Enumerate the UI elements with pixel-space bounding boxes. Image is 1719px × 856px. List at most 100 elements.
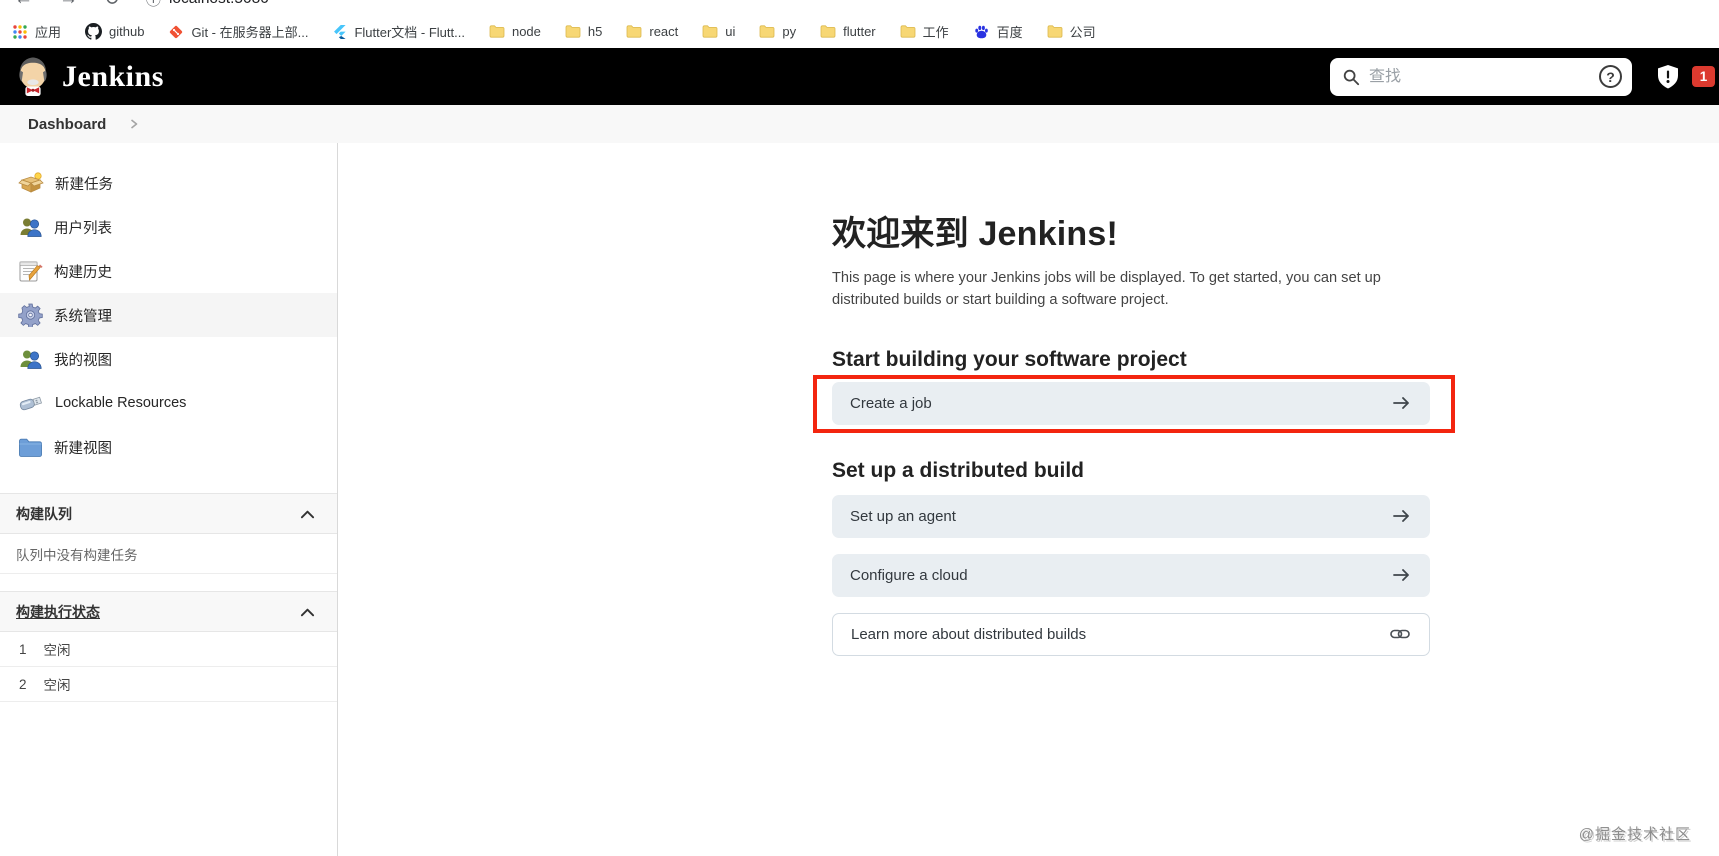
bookmark-label: 公司 — [1070, 22, 1096, 41]
arrow-right-icon — [1392, 508, 1411, 524]
folder-icon — [1047, 24, 1063, 39]
sidebar-item-build-history[interactable]: 构建历史 — [0, 249, 337, 293]
setup-agent-button[interactable]: Set up an agent — [832, 495, 1430, 538]
folder-icon — [565, 24, 581, 39]
bookmark-label: node — [512, 24, 541, 39]
search-input[interactable] — [1369, 68, 1599, 86]
notification-badge[interactable]: 1 — [1692, 66, 1715, 87]
executor-status: 空闲 — [44, 639, 71, 659]
bookmark-label: flutter — [843, 24, 876, 39]
brand-title: Jenkins — [62, 60, 164, 94]
breadcrumb: Dashboard — [0, 105, 1719, 143]
folder-icon — [702, 24, 718, 39]
blue-folder-icon — [18, 437, 43, 458]
apps-grid-icon — [12, 24, 28, 40]
setup-agent-label: Set up an agent — [850, 508, 956, 525]
executor-status: 空闲 — [44, 674, 71, 694]
sidebar-item-label: 新建任务 — [55, 173, 113, 194]
bookmark-item[interactable]: 工作 — [900, 22, 949, 41]
search-icon — [1342, 68, 1360, 86]
sidebar-item-manage-jenkins[interactable]: 系统管理 — [0, 293, 337, 337]
bookmark-label: 应用 — [35, 22, 61, 41]
build-queue-empty: 队列中没有构建任务 — [0, 534, 337, 574]
create-job-button[interactable]: Create a job — [832, 382, 1430, 425]
address-bar: ← → ↻ ⓘ localhost:5080 — [0, 0, 1719, 15]
bookmark-label: react — [649, 24, 678, 39]
bookmark-item[interactable]: node — [489, 24, 541, 39]
sidebar-item-lockable-resources[interactable]: Lockable Resources — [0, 381, 337, 425]
sidebar-nav: 新建任务 用户列表 — [0, 143, 337, 469]
sidebar-item-new-view[interactable]: 新建视图 — [0, 425, 337, 469]
sidebar-item-label: 构建历史 — [54, 261, 112, 282]
sidebar-item-my-views[interactable]: 我的视图 — [0, 337, 337, 381]
forward-icon[interactable]: → — [59, 0, 78, 10]
folder-icon — [900, 24, 916, 39]
link-icon — [1390, 627, 1410, 641]
baidu-icon — [973, 24, 990, 40]
welcome-title: 欢迎来到 Jenkins! — [832, 206, 1442, 255]
build-history-icon — [18, 259, 43, 283]
bookmark-item[interactable]: github — [85, 23, 144, 40]
bookmark-item[interactable]: py — [759, 24, 796, 39]
screen: ← → ↻ ⓘ localhost:5080 应用 github — [0, 0, 1719, 856]
url-field[interactable]: ⓘ localhost:5080 — [146, 0, 269, 10]
github-icon — [85, 23, 102, 40]
help-icon[interactable]: ? — [1599, 65, 1622, 88]
reload-icon[interactable]: ↻ — [104, 0, 120, 11]
bookmark-item[interactable]: flutter — [820, 24, 876, 39]
git-icon — [168, 24, 184, 40]
section-title-start-building: Start building your software project — [832, 348, 1442, 372]
build-queue-header[interactable]: 构建队列 — [0, 493, 337, 534]
bookmark-item[interactable]: react — [626, 24, 678, 39]
url-text: localhost:5080 — [169, 0, 269, 8]
bookmark-item[interactable]: Git - 在服务器上部... — [168, 22, 308, 41]
bookmark-item[interactable]: 应用 — [12, 22, 61, 41]
bookmark-item[interactable]: 公司 — [1047, 22, 1096, 41]
sidebar-item-label: 新建视图 — [54, 437, 112, 458]
bookmark-item[interactable]: 百度 — [973, 22, 1023, 41]
chevron-right-icon — [130, 119, 138, 129]
bookmark-item[interactable]: ui — [702, 24, 735, 39]
folder-icon — [820, 24, 836, 39]
configure-cloud-button[interactable]: Configure a cloud — [832, 554, 1430, 597]
bookmark-item[interactable]: h5 — [565, 24, 602, 39]
sidebar-item-label: Lockable Resources — [55, 395, 186, 411]
new-item-icon — [18, 171, 44, 195]
executor-status-title: 构建执行状态 — [16, 602, 100, 622]
bookmark-label: Git - 在服务器上部... — [191, 22, 308, 41]
sidebar-item-new-job[interactable]: 新建任务 — [0, 161, 337, 205]
learn-more-label: Learn more about distributed builds — [851, 626, 1086, 643]
executor-status-header[interactable]: 构建执行状态 — [0, 591, 337, 632]
jenkins-home-link[interactable]: Jenkins — [14, 55, 164, 99]
bookmark-label: github — [109, 24, 144, 39]
back-icon[interactable]: ← — [14, 0, 33, 10]
learn-more-distributed-builds-button[interactable]: Learn more about distributed builds — [832, 613, 1430, 656]
search-box[interactable]: ? — [1330, 58, 1632, 96]
breadcrumb-dashboard[interactable]: Dashboard — [28, 116, 106, 133]
bookmark-label: 百度 — [997, 22, 1023, 41]
user-list-icon — [18, 215, 43, 239]
arrow-right-icon — [1392, 567, 1411, 583]
sidebar: 新建任务 用户列表 — [0, 143, 338, 856]
arrow-right-icon — [1392, 395, 1411, 411]
welcome-text: This page is where your Jenkins jobs wil… — [832, 268, 1434, 312]
configure-cloud-label: Configure a cloud — [850, 567, 968, 584]
my-views-icon — [18, 347, 43, 371]
chevron-up-icon — [300, 607, 315, 617]
executor-number: 2 — [19, 677, 27, 692]
bookmark-item[interactable]: Flutter文档 - Flutt... — [332, 22, 465, 41]
sidebar-item-user-list[interactable]: 用户列表 — [0, 205, 337, 249]
chevron-up-icon — [300, 509, 315, 519]
sidebar-item-label: 我的视图 — [54, 349, 112, 370]
folder-icon — [489, 24, 505, 39]
folder-icon — [626, 24, 642, 39]
usb-icon — [18, 392, 44, 414]
security-shield-icon[interactable] — [1656, 64, 1680, 90]
section-title-distributed-build: Set up a distributed build — [832, 459, 1442, 483]
bookmarks-bar: 应用 github Git - 在服务器上部... Flutter文档 - Fl… — [0, 15, 1719, 48]
watermark: @掘金技术社区 — [1579, 823, 1691, 844]
build-queue-title: 构建队列 — [16, 504, 72, 524]
executor-row: 1 空闲 — [0, 632, 337, 667]
folder-icon — [759, 24, 775, 39]
jenkins-header: Jenkins ? 1 — [0, 48, 1719, 105]
